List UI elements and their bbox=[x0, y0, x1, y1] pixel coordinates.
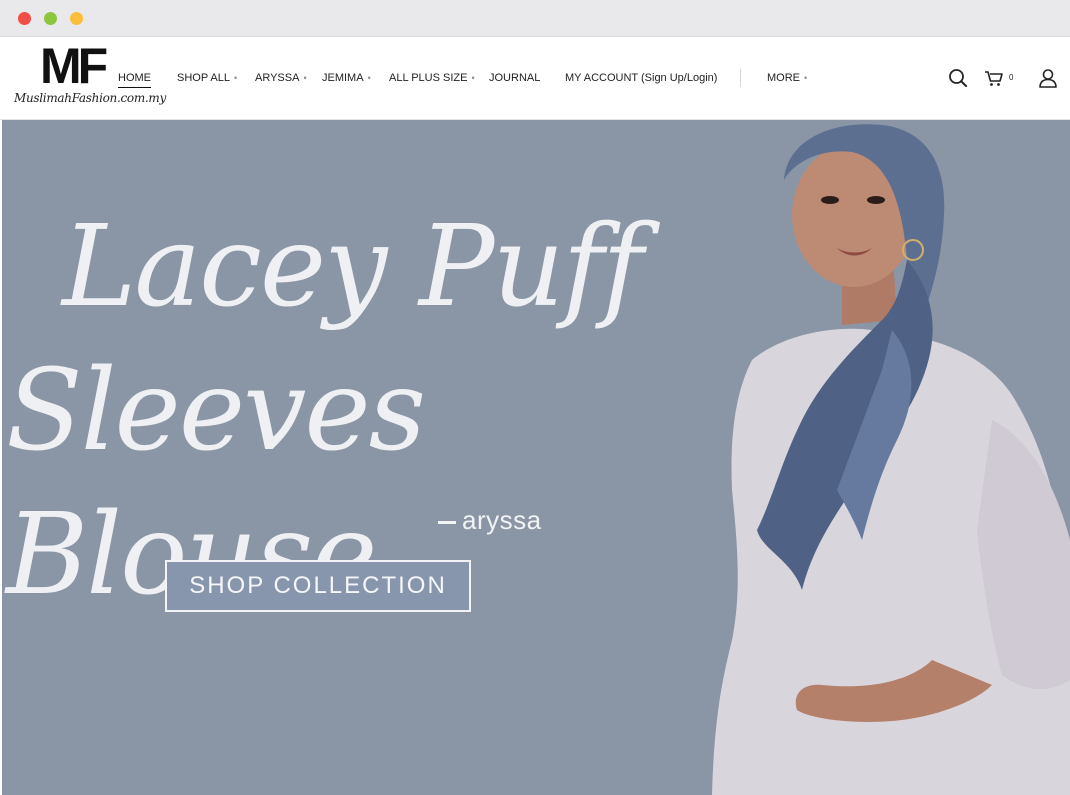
dropdown-dot-icon: • bbox=[303, 73, 307, 83]
model-image bbox=[712, 124, 1070, 795]
nav-jemima[interactable]: JEMIMA • bbox=[322, 72, 371, 84]
nav-aryssa-label: ARYSSA bbox=[255, 72, 300, 84]
browser-chrome bbox=[0, 0, 1070, 37]
nav-journal[interactable]: JOURNAL bbox=[489, 72, 540, 84]
nav-my-account-label: MY ACCOUNT (Sign Up/Login) bbox=[565, 72, 718, 84]
nav-more[interactable]: MORE • bbox=[767, 72, 807, 84]
minimize-window-button[interactable] bbox=[44, 12, 57, 25]
cart-count-badge: 0 bbox=[1009, 73, 1014, 82]
cart-icon[interactable] bbox=[983, 67, 1005, 89]
logo-tagline: MuslimahFashion.com.my bbox=[14, 91, 166, 105]
nav-plus-size-label: ALL PLUS SIZE bbox=[389, 72, 468, 84]
nav-my-account[interactable]: MY ACCOUNT (Sign Up/Login) bbox=[565, 72, 717, 84]
shop-collection-button[interactable]: SHOP COLLECTION bbox=[165, 560, 471, 612]
search-icon[interactable] bbox=[947, 67, 969, 89]
dropdown-dot-icon: • bbox=[367, 73, 371, 83]
nav-journal-label: JOURNAL bbox=[489, 72, 541, 84]
hero-banner: Lacey Puff Sleeves Blouse aryssa SHOP CO… bbox=[2, 120, 1070, 795]
hero-title-line-1: Lacey Puff bbox=[62, 202, 643, 332]
maximize-window-button[interactable] bbox=[70, 12, 83, 25]
nav-more-label: MORE bbox=[767, 72, 800, 84]
logo-mark: MF bbox=[40, 38, 108, 94]
nav-plus-size[interactable]: ALL PLUS SIZE • bbox=[389, 72, 475, 84]
nav-jemima-label: JEMIMA bbox=[322, 72, 364, 84]
hero-brand-label: aryssa bbox=[462, 505, 542, 535]
nav-home-label: HOME bbox=[118, 72, 151, 84]
site-header: MF MuslimahFashion.com.my HOME SHOP ALL •… bbox=[0, 37, 1070, 120]
nav-shop-all-label: SHOP ALL bbox=[177, 72, 230, 84]
close-window-button[interactable] bbox=[18, 12, 31, 25]
dropdown-dot-icon: • bbox=[471, 73, 475, 83]
dropdown-dot-icon: • bbox=[234, 73, 238, 83]
nav-shop-all[interactable]: SHOP ALL • bbox=[177, 72, 237, 84]
dropdown-dot-icon: • bbox=[804, 73, 808, 83]
hero-brand: aryssa bbox=[438, 505, 542, 536]
nav-divider bbox=[740, 69, 741, 87]
user-icon[interactable] bbox=[1037, 67, 1059, 89]
brand-dash bbox=[438, 520, 456, 524]
nav-home[interactable]: HOME bbox=[118, 72, 151, 88]
nav-aryssa[interactable]: ARYSSA • bbox=[255, 72, 307, 84]
